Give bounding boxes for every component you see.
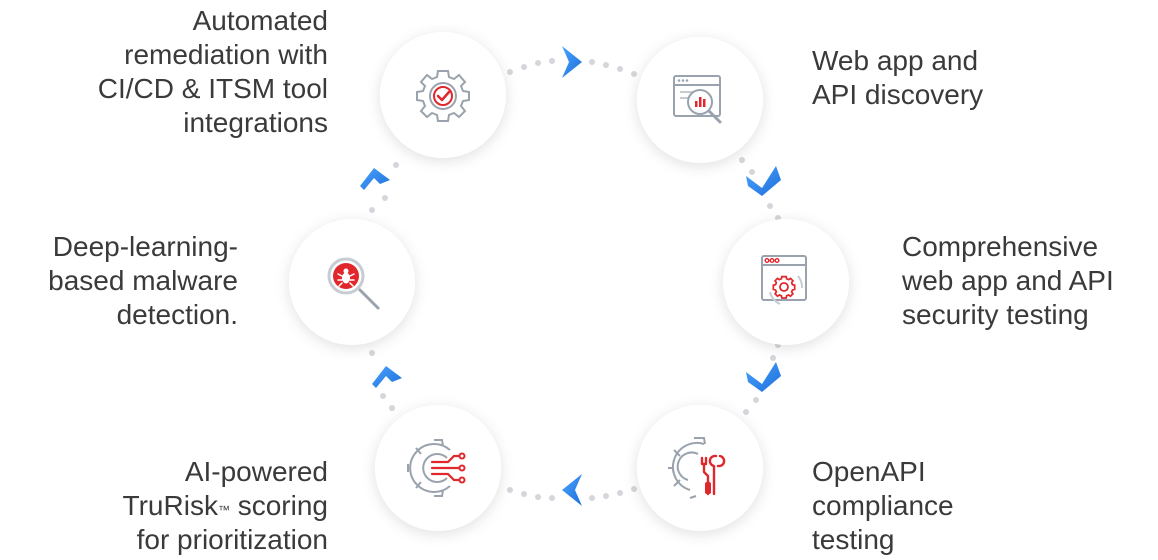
label-line: detection. [116, 299, 238, 330]
step-label-compliance: OpenAPI compliance testing [812, 455, 954, 557]
step-label-malware: Deep-learning- based malware detection. [48, 230, 238, 332]
trurisk-scoring: scoring [237, 490, 328, 521]
label-line: remediation with [124, 39, 328, 70]
node-testing [723, 219, 849, 345]
step-label-trurisk: AI-powered TruRisk™ scoring for prioriti… [123, 455, 328, 557]
arrow-bottom [562, 474, 582, 506]
label-line: based malware [48, 265, 238, 296]
trurisk-brand: TruRisk [122, 490, 218, 521]
node-remediation [380, 32, 506, 158]
label-line: Deep-learning- [52, 231, 238, 262]
label-line: web app and API [902, 265, 1114, 296]
label-line: TruRisk™ scoring [123, 489, 328, 523]
label-line: OpenAPI [812, 456, 926, 487]
node-malware [289, 219, 415, 345]
trademark-mark: ™ [217, 503, 230, 517]
label-line: for prioritization [136, 524, 328, 555]
label-line: Automated [192, 5, 328, 36]
label-line: API discovery [812, 79, 984, 110]
label-line: security testing [902, 299, 1089, 330]
label-line: CI/CD & ITSM tool [97, 73, 328, 104]
node-discovery [637, 37, 763, 163]
step-label-remediation: Automated remediation with CI/CD & ITSM … [98, 4, 328, 140]
label-line: Comprehensive [902, 231, 1099, 262]
node-trurisk [375, 405, 501, 531]
node-compliance [637, 405, 763, 531]
label-line: AI-powered [184, 456, 328, 487]
arrow-left-lower [372, 366, 402, 388]
arrow-right-lower [746, 362, 781, 392]
arrow-top [562, 46, 582, 78]
label-line: Web app and [812, 45, 979, 76]
label-line: testing [812, 524, 895, 555]
label-line: integrations [183, 107, 328, 138]
label-line: compliance [812, 490, 954, 521]
step-label-discovery: Web app and API discovery [812, 44, 983, 112]
arrow-left-upper [360, 168, 390, 190]
step-label-testing: Comprehensive web app and API security t… [902, 230, 1114, 332]
